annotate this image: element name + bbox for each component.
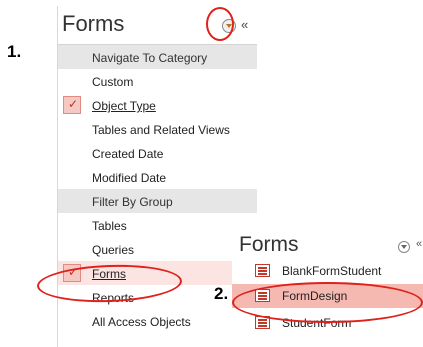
forms-panel-title: Forms [239,233,299,256]
menu-item-object-type[interactable]: ✓ Object Type [58,93,257,117]
menu-item-queries[interactable]: Queries [58,237,257,261]
menu-item-created-date[interactable]: Created Date [58,141,257,165]
step-2-annotation: 2. [214,284,229,303]
collapse-pane-icon[interactable]: « [241,17,248,32]
forms-panel-dropdown-button[interactable] [398,241,410,253]
menu-header-filter-by-group: Filter By Group [58,189,257,213]
form-icon [255,264,270,277]
form-item-blankformstudent[interactable]: BlankFormStudent [232,259,423,283]
navigation-pane-header: Forms « [58,6,257,45]
collapse-pane-icon[interactable]: « [416,238,422,250]
step-1-annotation: 1. [7,42,22,61]
pane-title: Forms [62,11,125,36]
annotation-oval-formdesign [232,282,423,323]
checkmark-icon: ✓ [68,97,79,111]
menu-item-custom[interactable]: Custom [58,69,257,93]
checkmark-box: ✓ [63,96,81,114]
annotation-circle-dropdown [206,7,234,41]
menu-item-modified-date[interactable]: Modified Date [58,165,257,189]
forms-panel: Forms « BlankFormStudent FormDesign Stud… [232,226,423,347]
menu-item-all-access-objects[interactable]: All Access Objects [58,309,257,333]
menu-header-navigate-to-category: Navigate To Category [58,45,257,69]
menu-item-tables[interactable]: Tables [58,213,257,237]
menu-item-tables-and-related-views[interactable]: Tables and Related Views [58,117,257,141]
chevron-down-icon [401,245,407,249]
